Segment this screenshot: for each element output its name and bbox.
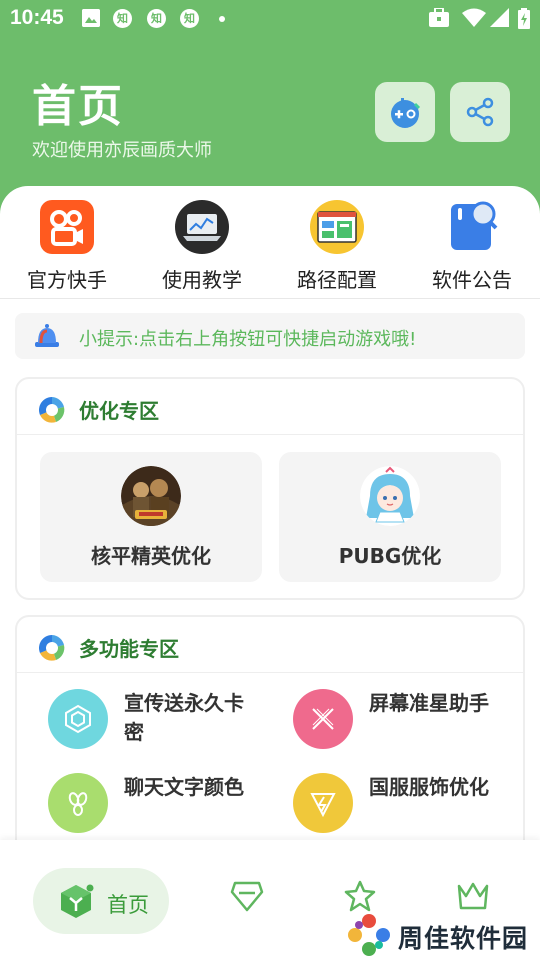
quick-entry-panel: 官方快手 使用教学 路径配置 软件公告 [0,186,540,299]
quick-entry-label: 官方快手 [27,268,107,292]
site-watermark: 周佳软件园 [346,910,536,960]
announcement-icon [445,200,499,254]
section-header: 优化专区 [17,379,523,435]
optimize-card-pubg[interactable]: PUBG优化 [279,452,501,582]
function-item-outfit-optimize[interactable]: 国服服饰优化 [293,773,523,845]
optimize-card-pubg-mobile[interactable]: 核平精英优化 [40,452,262,582]
signal-icon [490,8,510,32]
zhi-app-icon: 知 [147,9,166,28]
function-label: 宣传送永久卡密 [124,691,244,744]
quick-entry-label: 路径配置 [297,268,377,292]
lightning-icon [293,773,353,833]
page-title: 首页 [32,81,124,132]
pinwheel-logo-icon [346,912,392,960]
app-logo-icon [37,633,67,667]
gallery-icon [82,9,100,27]
petals-icon [48,773,108,833]
bell-icon [35,323,59,353]
section-title: 多功能专区 [79,637,179,661]
hexagon-icon [48,689,108,749]
diamond-icon[interactable] [230,880,264,916]
function-item-promo-card-key[interactable]: 宣传送永久卡密 [48,689,278,761]
section-header: 多功能专区 [17,617,523,673]
app-logo-icon [37,395,67,429]
wifi-icon [462,8,486,32]
quick-entry-tutorial[interactable]: 使用教学 [142,200,262,295]
share-icon [466,97,494,127]
function-item-crosshair[interactable]: 屏幕准星助手 [293,689,523,761]
battery-icon [518,8,530,33]
laptop-tutorial-icon [175,200,229,254]
status-bar: 10:45 知 知 知 [0,0,540,36]
launch-game-button[interactable] [375,82,435,142]
multi-function-section: 多功能专区 宣传送永久卡密 屏幕准星助手 聊天文字颜色 国服服饰优化 [15,615,525,855]
watermark-text: 周佳软件园 [398,924,529,953]
kuaishou-icon [40,200,94,254]
quick-entry-announcement[interactable]: 软件公告 [412,200,532,295]
page-subtitle: 欢迎使用亦辰画质大师 [32,140,212,161]
quick-entry-kuaishou[interactable]: 官方快手 [7,200,127,295]
quick-entry-label: 软件公告 [432,268,512,292]
tip-text: 小提示:点击右上角按钮可快捷启动游戏哦! [79,329,417,350]
pubg-mobile-avatar [121,466,181,526]
anime-girl-avatar [360,466,420,526]
optimize-section: 优化专区 核平精英优化 PUBG优化 [15,377,525,600]
zhi-app-icon: 知 [113,9,132,28]
share-button[interactable] [450,82,510,142]
nav-tab-home[interactable]: 首页 [33,868,169,934]
path-config-icon [310,200,364,254]
quick-entry-path-config[interactable]: 路径配置 [277,200,397,295]
optimize-card-label: 核平精英优化 [91,544,211,568]
function-label: 屏幕准星助手 [369,691,489,715]
status-time: 10:45 [10,6,64,29]
function-label: 聊天文字颜色 [124,775,244,799]
quick-entry-label: 使用教学 [162,268,242,292]
optimize-card-label: PUBG优化 [338,544,442,568]
nav-tab-label: 首页 [107,893,149,917]
notification-dot-icon [219,16,225,22]
home-cube-icon [57,882,95,924]
section-title: 优化专区 [79,399,159,423]
function-item-chat-color[interactable]: 聊天文字颜色 [48,773,278,845]
tip-bar: 小提示:点击右上角按钮可快捷启动游戏哦! [15,313,525,359]
game-controller-icon [391,98,421,128]
zhi-app-icon: 知 [180,9,199,28]
work-profile-icon [428,7,450,32]
crosshair-icon [293,689,353,749]
function-label: 国服服饰优化 [369,775,489,799]
app-screen: 10:45 知 知 知 首页 欢迎使用亦辰画质大师 官方快手 使用教学 路径配置… [0,0,540,960]
